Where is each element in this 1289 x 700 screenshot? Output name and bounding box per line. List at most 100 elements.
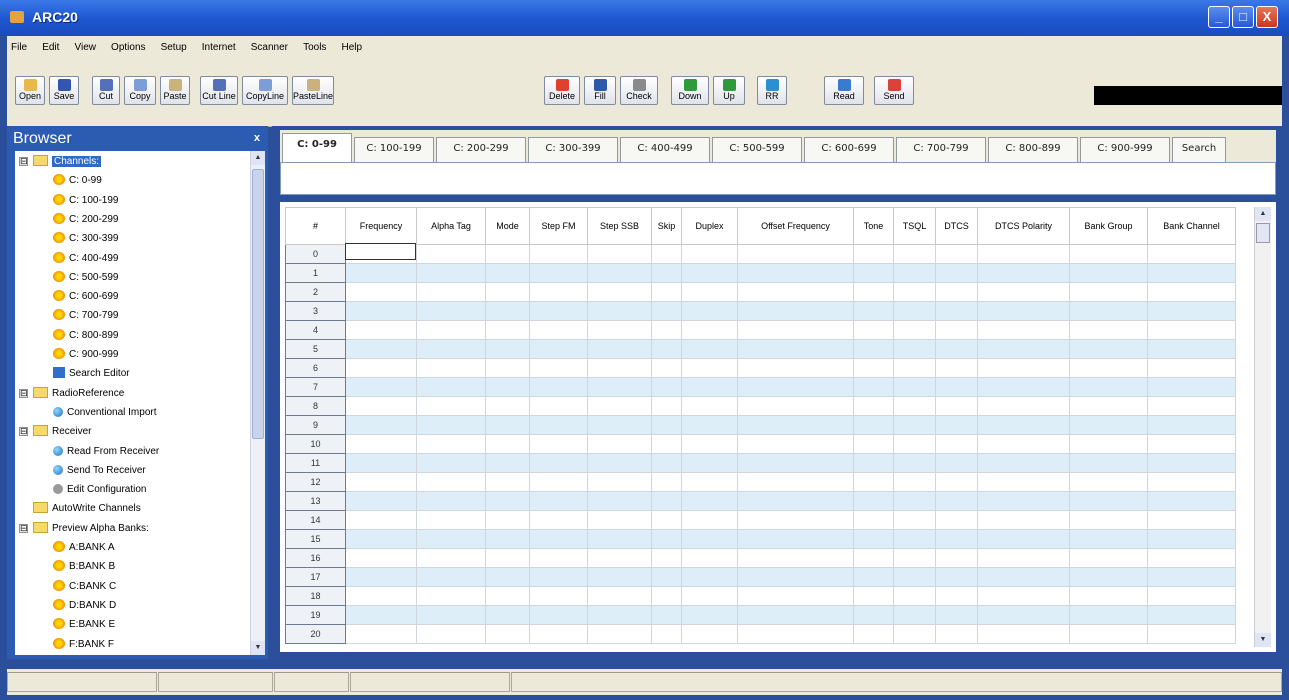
- grid-cell[interactable]: [1147, 624, 1236, 644]
- grid-cell[interactable]: [977, 548, 1070, 568]
- grid-cell[interactable]: [893, 396, 936, 416]
- grid-cell[interactable]: [737, 586, 854, 606]
- grid-cell[interactable]: [416, 586, 486, 606]
- grid-cell[interactable]: [587, 358, 652, 378]
- grid-cell[interactable]: [485, 282, 530, 302]
- grid-cell[interactable]: [587, 491, 652, 511]
- grid-cell[interactable]: [416, 244, 486, 264]
- grid-cell[interactable]: [485, 377, 530, 397]
- grid-cell[interactable]: [853, 263, 894, 283]
- grid-cell[interactable]: [416, 510, 486, 530]
- grid-cell[interactable]: [485, 244, 530, 264]
- tree-item[interactable]: E:BANK E: [53, 616, 115, 633]
- grid-cell[interactable]: [1147, 491, 1236, 511]
- menu-edit[interactable]: Edit: [42, 42, 59, 53]
- tab-channels-4[interactable]: C: 400-499: [620, 137, 710, 162]
- grid-cell[interactable]: [1069, 605, 1148, 625]
- grid-cell[interactable]: [737, 320, 854, 340]
- grid-cell[interactable]: [587, 453, 652, 473]
- grid-cell[interactable]: [1069, 453, 1148, 473]
- grid-cell[interactable]: [651, 453, 682, 473]
- grid-cell[interactable]: [345, 529, 417, 549]
- grid-cell[interactable]: [485, 263, 530, 283]
- grid-cell[interactable]: [893, 415, 936, 435]
- tree-item[interactable]: ⊟ Preview Alpha Banks:: [19, 520, 149, 537]
- grid-cell[interactable]: [651, 586, 682, 606]
- grid-cell[interactable]: [737, 472, 854, 492]
- grid-cell[interactable]: [1069, 396, 1148, 416]
- grid-cell[interactable]: [345, 263, 417, 283]
- grid-cell[interactable]: [416, 377, 486, 397]
- tree-item[interactable]: C: 800-899: [53, 327, 118, 344]
- grid-cell[interactable]: [935, 358, 978, 378]
- grid-cell[interactable]: [587, 396, 652, 416]
- grid-cell[interactable]: [681, 339, 738, 359]
- menu-tools[interactable]: Tools: [303, 42, 326, 53]
- grid-cell[interactable]: [651, 624, 682, 644]
- tab-channels-0[interactable]: C: 0-99: [282, 133, 352, 162]
- tab-channels-6[interactable]: C: 600-699: [804, 137, 894, 162]
- grid-cell[interactable]: [485, 301, 530, 321]
- grid-cell[interactable]: [737, 377, 854, 397]
- grid-cell[interactable]: [651, 510, 682, 530]
- grid-cell[interactable]: [853, 320, 894, 340]
- grid-cell[interactable]: [853, 358, 894, 378]
- grid-cell[interactable]: [529, 624, 588, 644]
- grid-cell[interactable]: [893, 263, 936, 283]
- grid-cell[interactable]: [1147, 529, 1236, 549]
- grid-cell[interactable]: [485, 567, 530, 587]
- grid-cell[interactable]: [345, 586, 417, 606]
- tree-item[interactable]: Edit Configuration: [53, 481, 147, 498]
- grid-cell[interactable]: [1069, 358, 1148, 378]
- tree-scroll-thumb[interactable]: [252, 169, 264, 439]
- grid-cell[interactable]: [529, 434, 588, 454]
- open-button[interactable]: Open: [15, 76, 45, 105]
- grid-cell[interactable]: [681, 453, 738, 473]
- grid-cell[interactable]: [345, 339, 417, 359]
- grid-cell[interactable]: [737, 605, 854, 625]
- grid-cell[interactable]: [853, 415, 894, 435]
- save-button[interactable]: Save: [49, 76, 79, 105]
- grid-cell[interactable]: [853, 434, 894, 454]
- grid-cell[interactable]: [529, 377, 588, 397]
- menu-view[interactable]: View: [74, 42, 96, 53]
- grid-cell[interactable]: [651, 434, 682, 454]
- grid-cell[interactable]: [853, 624, 894, 644]
- grid-cell[interactable]: [651, 358, 682, 378]
- grid-cell[interactable]: [651, 396, 682, 416]
- grid-cell[interactable]: [587, 510, 652, 530]
- grid-cell[interactable]: [345, 548, 417, 568]
- grid-cell[interactable]: [529, 415, 588, 435]
- grid-cell[interactable]: [681, 396, 738, 416]
- grid-cell[interactable]: [737, 263, 854, 283]
- grid-cell[interactable]: [529, 567, 588, 587]
- grid-cell[interactable]: [485, 586, 530, 606]
- grid-cell[interactable]: [681, 358, 738, 378]
- grid-cell[interactable]: [1147, 472, 1236, 492]
- grid-cell[interactable]: [737, 567, 854, 587]
- grid-cell[interactable]: [651, 605, 682, 625]
- grid-cell[interactable]: [737, 358, 854, 378]
- grid-cell[interactable]: [935, 510, 978, 530]
- grid-cell[interactable]: [893, 358, 936, 378]
- tree-scroll-down[interactable]: ▼: [251, 641, 265, 655]
- grid-cell[interactable]: [1147, 263, 1236, 283]
- grid-cell[interactable]: [587, 434, 652, 454]
- grid-cell[interactable]: [416, 396, 486, 416]
- tree-item[interactable]: C: 600-699: [53, 288, 118, 305]
- grid-cell[interactable]: [416, 472, 486, 492]
- grid-cell[interactable]: [737, 415, 854, 435]
- grid-cell[interactable]: [977, 567, 1070, 587]
- grid-cell[interactable]: [853, 244, 894, 264]
- grid-cell[interactable]: [977, 263, 1070, 283]
- grid-cell[interactable]: [416, 301, 486, 321]
- grid-cell[interactable]: [893, 586, 936, 606]
- grid-cell[interactable]: [893, 320, 936, 340]
- grid-cell[interactable]: [935, 377, 978, 397]
- grid-cell[interactable]: [977, 434, 1070, 454]
- grid-cell[interactable]: [529, 453, 588, 473]
- grid-cell[interactable]: [416, 491, 486, 511]
- maximize-button[interactable]: □: [1232, 6, 1254, 28]
- grid-cell[interactable]: [977, 510, 1070, 530]
- tree-item[interactable]: C: 700-799: [53, 307, 118, 324]
